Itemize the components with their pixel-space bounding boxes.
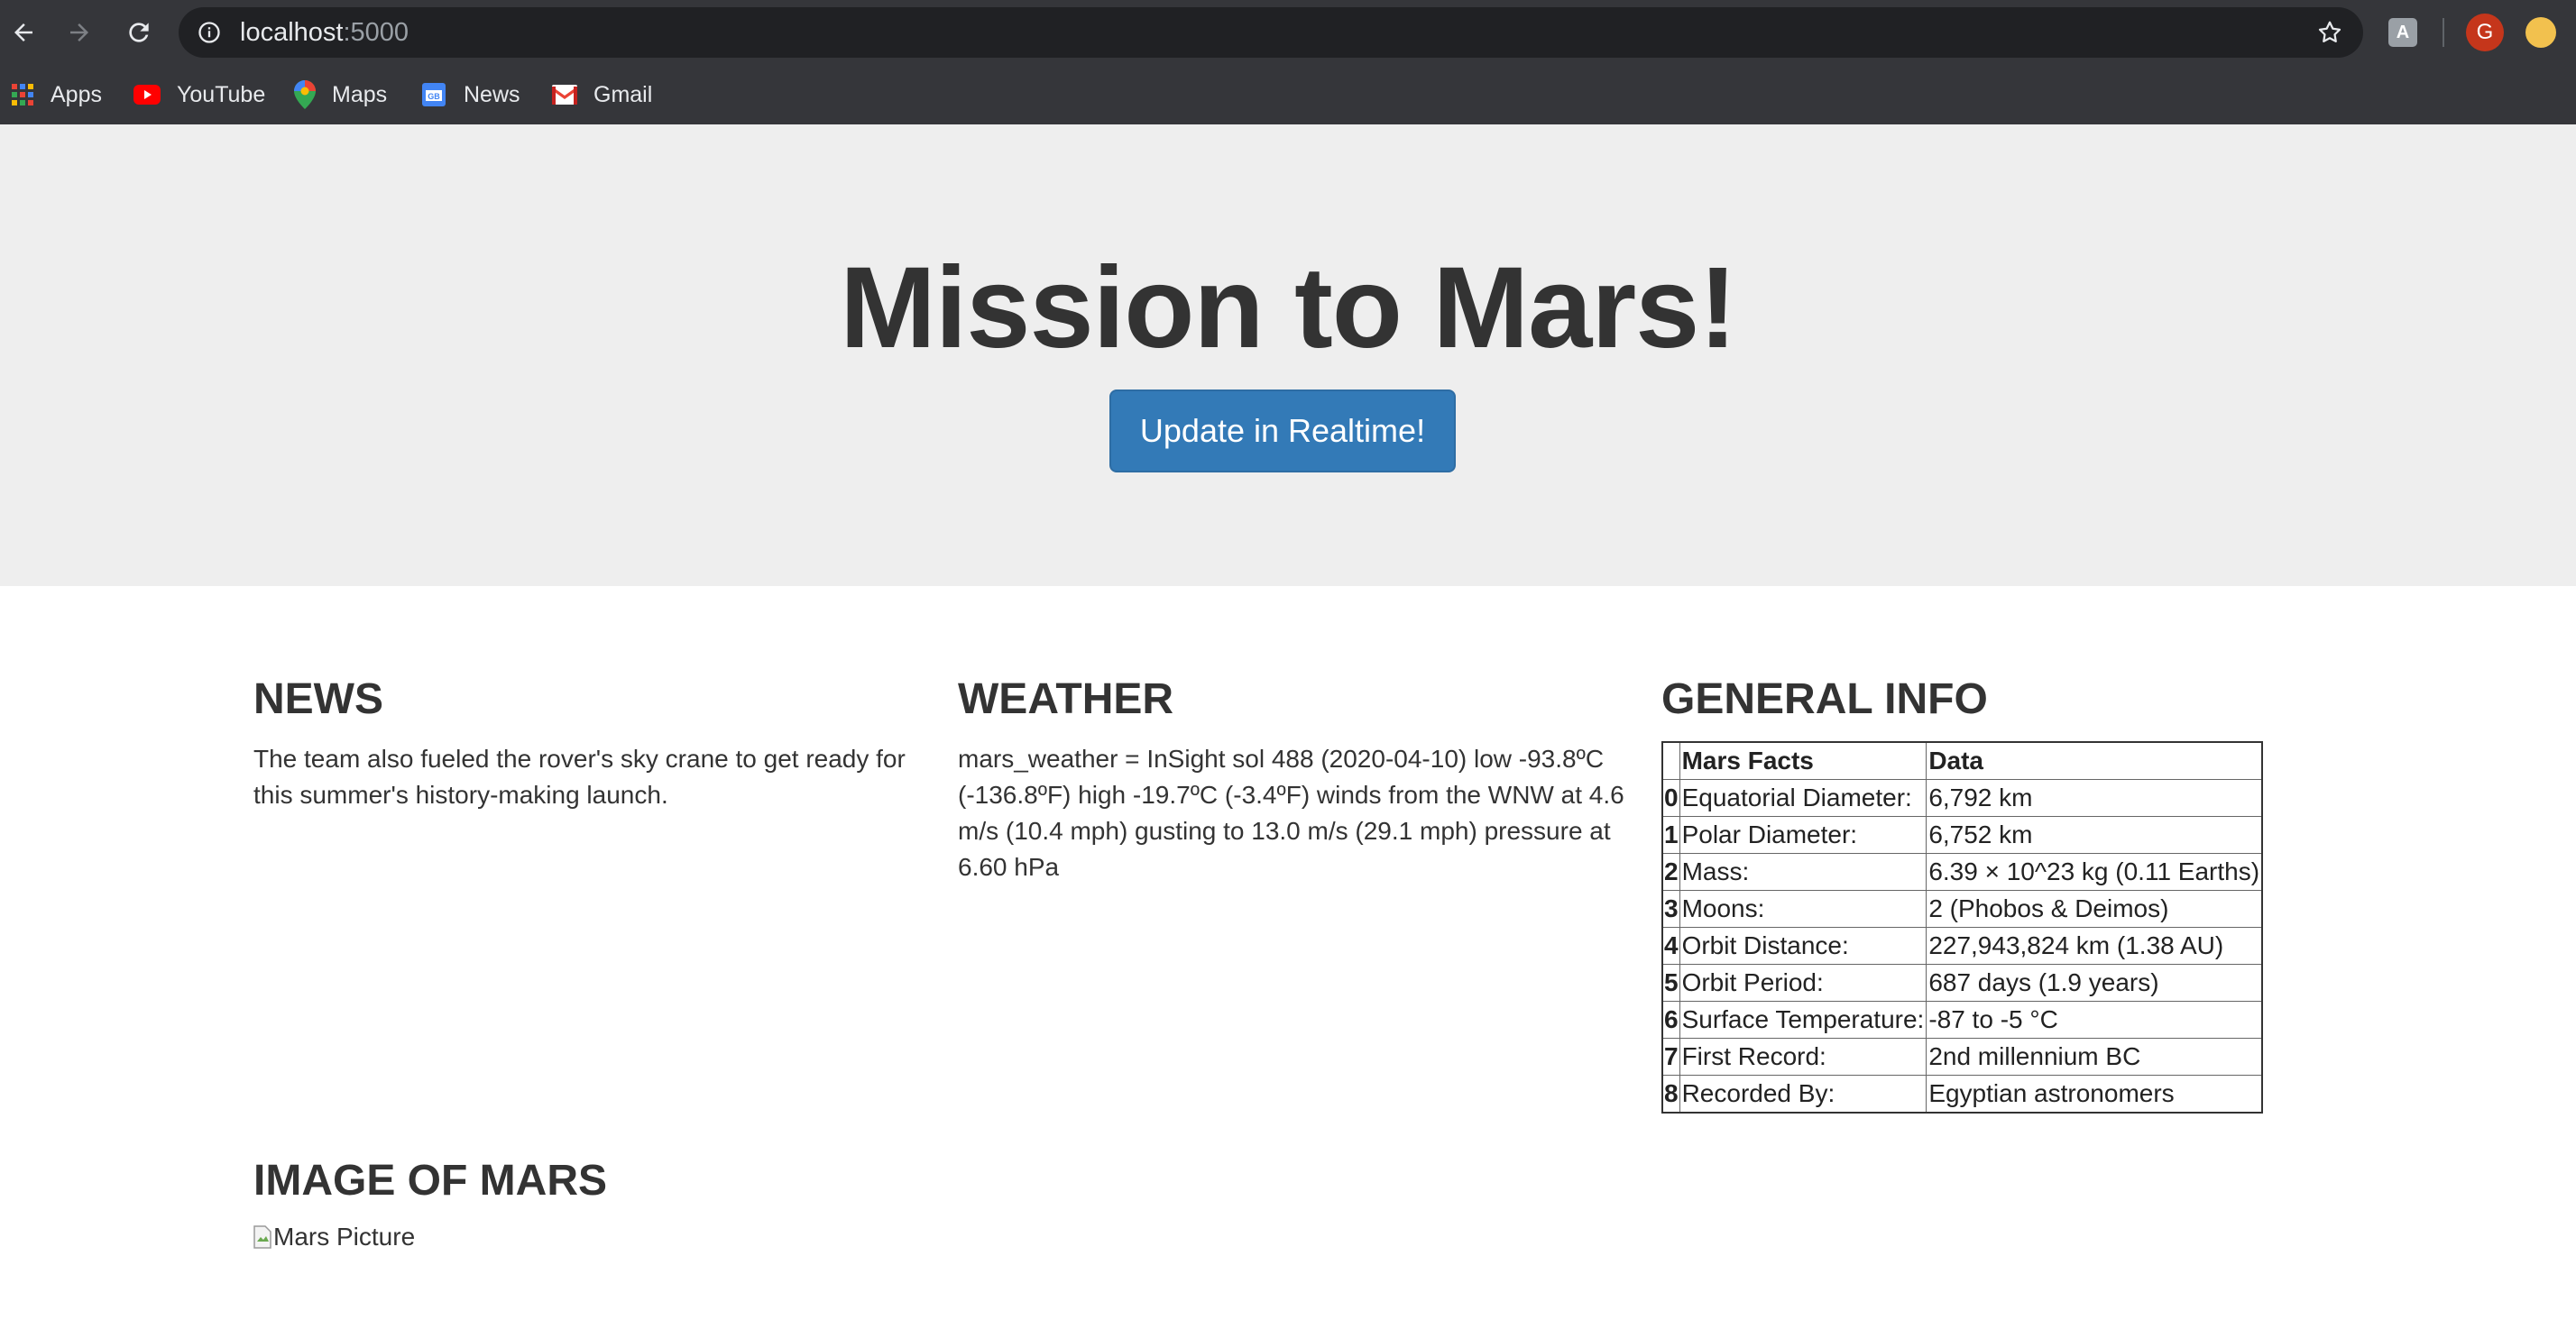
fact-cell: Mass: bbox=[1679, 853, 1927, 891]
general-info-heading: GENERAL INFO bbox=[1661, 675, 1988, 723]
bookmark-gmail[interactable]: Gmail bbox=[552, 65, 652, 124]
data-cell: 687 days (1.9 years) bbox=[1926, 964, 2263, 1002]
fact-cell: Moons: bbox=[1679, 890, 1927, 928]
table-row: 5 Orbit Period: 687 days (1.9 years) bbox=[1661, 964, 2263, 1002]
mars-image-placeholder: Mars Picture bbox=[253, 1223, 415, 1251]
bookmark-news[interactable]: GB News bbox=[420, 65, 520, 124]
browser-toolbar: localhost:5000 A G bbox=[0, 0, 2576, 65]
info-icon[interactable] bbox=[197, 20, 222, 45]
apps-grid-icon bbox=[11, 83, 34, 106]
table-header-row: Mars Facts Data bbox=[1661, 741, 2263, 780]
forward-button[interactable] bbox=[60, 13, 99, 52]
table-row: 2 Mass: 6.39 × 10^23 kg (0.11 Earths) bbox=[1661, 853, 2263, 891]
data-cell: 227,943,824 km (1.38 AU) bbox=[1926, 927, 2263, 965]
bookmark-star-icon[interactable] bbox=[2316, 19, 2343, 46]
table-index-header bbox=[1661, 741, 1680, 780]
forward-arrow-icon bbox=[70, 23, 88, 41]
table-row: 7 First Record: 2nd millennium BC bbox=[1661, 1038, 2263, 1076]
row-index: 4 bbox=[1661, 927, 1680, 965]
fact-cell: Recorded By: bbox=[1679, 1075, 1927, 1114]
profile-avatar[interactable]: G bbox=[2466, 14, 2504, 51]
fact-cell: First Record: bbox=[1679, 1038, 1927, 1076]
maps-pin-icon bbox=[294, 80, 316, 109]
fact-cell: Orbit Distance: bbox=[1679, 927, 1927, 965]
bookmark-maps[interactable]: Maps bbox=[294, 65, 387, 124]
url-text[interactable]: localhost:5000 bbox=[240, 7, 409, 58]
table-row: 8 Recorded By: Egyptian astronomers bbox=[1661, 1075, 2263, 1114]
row-index: 6 bbox=[1661, 1001, 1680, 1039]
mars-image-alt-text: Mars Picture bbox=[273, 1223, 416, 1251]
fact-cell: Surface Temperature: bbox=[1679, 1001, 1927, 1039]
data-cell: 6,792 km bbox=[1926, 779, 2263, 817]
svg-text:GB: GB bbox=[428, 92, 440, 101]
table-row: 6 Surface Temperature: -87 to -5 °C bbox=[1661, 1001, 2263, 1039]
row-index: 1 bbox=[1661, 816, 1680, 854]
bookmark-label: YouTube bbox=[177, 81, 266, 107]
data-cell: 6,752 km bbox=[1926, 816, 2263, 854]
news-text: The team also fueled the rover's sky cra… bbox=[253, 745, 906, 809]
extension-badge-icon[interactable] bbox=[2525, 17, 2556, 48]
page-title: Mission to Mars! bbox=[840, 243, 1737, 372]
row-index: 8 bbox=[1661, 1075, 1680, 1114]
bookmark-label: Gmail bbox=[593, 81, 653, 107]
data-cell: 6.39 × 10^23 kg (0.11 Earths) bbox=[1926, 853, 2263, 891]
back-arrow-icon bbox=[14, 23, 32, 41]
update-realtime-button[interactable]: Update in Realtime! bbox=[1109, 390, 1456, 472]
bookmark-label: Apps bbox=[51, 81, 102, 107]
table-column-header: Mars Facts bbox=[1679, 741, 1927, 780]
table-row: 4 Orbit Distance: 227,943,824 km (1.38 AU) bbox=[1661, 927, 2263, 965]
image-heading: IMAGE OF MARS bbox=[253, 1157, 607, 1205]
broken-image-icon bbox=[253, 1225, 271, 1249]
news-icon: GB bbox=[420, 83, 447, 106]
data-cell: 2nd millennium BC bbox=[1926, 1038, 2263, 1076]
fact-cell: Orbit Period: bbox=[1679, 964, 1927, 1002]
table-row: 0 Equatorial Diameter: 6,792 km bbox=[1661, 779, 2263, 817]
bookmark-label: News bbox=[464, 81, 520, 107]
extension-icon[interactable]: A bbox=[2388, 18, 2417, 47]
row-index: 0 bbox=[1661, 779, 1680, 817]
reload-button[interactable] bbox=[119, 13, 159, 52]
bookmark-apps[interactable]: Apps bbox=[11, 65, 102, 124]
row-index: 5 bbox=[1661, 964, 1680, 1002]
table-row: 1 Polar Diameter: 6,752 km bbox=[1661, 816, 2263, 854]
row-index: 7 bbox=[1661, 1038, 1680, 1076]
row-index: 3 bbox=[1661, 890, 1680, 928]
back-button[interactable] bbox=[4, 13, 43, 52]
url-host: localhost bbox=[240, 18, 344, 47]
url-port: :5000 bbox=[343, 18, 409, 47]
youtube-icon bbox=[133, 85, 161, 105]
fact-cell: Equatorial Diameter: bbox=[1679, 779, 1927, 817]
bookmarks-bar: Apps YouTube Maps GB News Gmail bbox=[0, 65, 2576, 124]
gmail-icon bbox=[552, 85, 577, 105]
news-heading: NEWS bbox=[253, 675, 383, 723]
table-column-header: Data bbox=[1926, 741, 2263, 780]
fact-cell: Polar Diameter: bbox=[1679, 816, 1927, 854]
data-cell: 2 (Phobos & Deimos) bbox=[1926, 890, 2263, 928]
data-cell: -87 to -5 °C bbox=[1926, 1001, 2263, 1039]
jumbotron: Mission to Mars! Update in Realtime! bbox=[0, 124, 2576, 586]
reload-icon bbox=[129, 23, 149, 42]
table-row: 3 Moons: 2 (Phobos & Deimos) bbox=[1661, 890, 2263, 928]
weather-heading: WEATHER bbox=[958, 675, 1174, 723]
row-index: 2 bbox=[1661, 853, 1680, 891]
address-bar[interactable]: localhost:5000 bbox=[179, 7, 2363, 58]
bookmark-youtube[interactable]: YouTube bbox=[133, 65, 265, 124]
weather-text: mars_weather = InSight sol 488 (2020-04-… bbox=[958, 745, 1624, 881]
toolbar-divider bbox=[2443, 18, 2444, 47]
data-cell: Egyptian astronomers bbox=[1926, 1075, 2263, 1114]
bookmark-label: Maps bbox=[332, 81, 388, 107]
mars-facts-table: Mars Facts Data 0 Equatorial Diameter: 6,7… bbox=[1661, 741, 2264, 1114]
